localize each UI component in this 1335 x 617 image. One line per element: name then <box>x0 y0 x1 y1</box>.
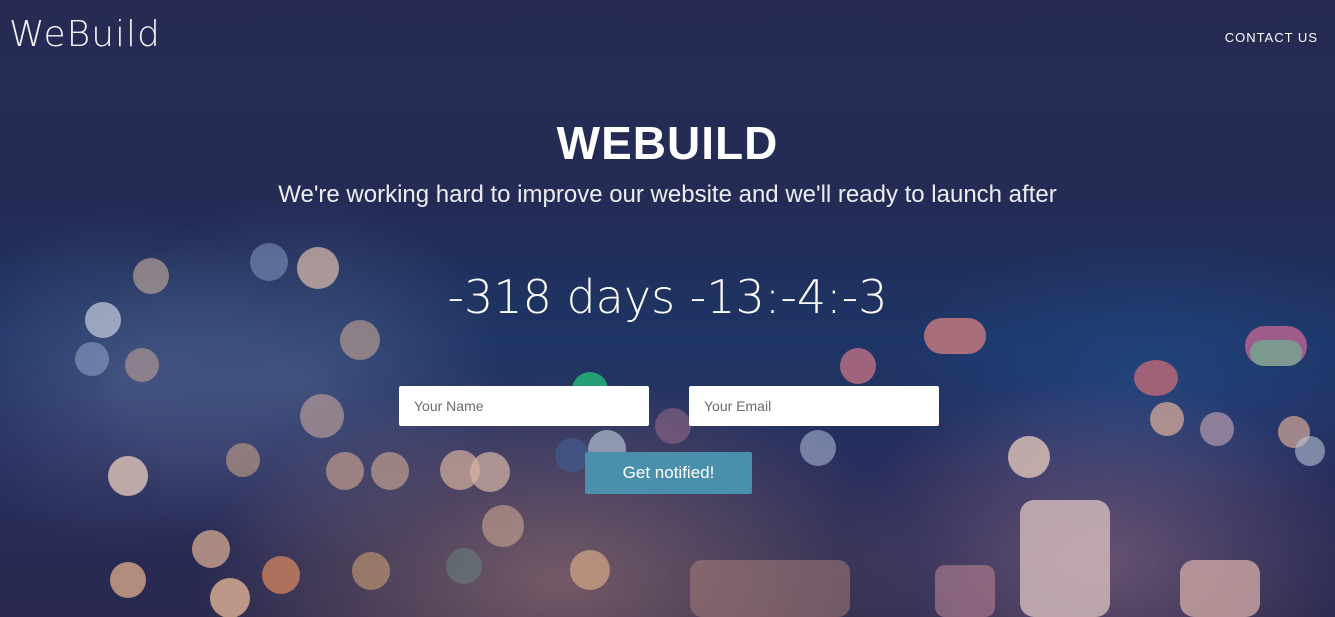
hero-title: WEBUILD <box>556 117 779 169</box>
site-logo[interactable]: WeBuild <box>9 14 161 55</box>
countdown-timer: -318 days -13:-4:-3 <box>447 270 888 324</box>
site-logo-text: WeBuild <box>9 14 161 55</box>
name-input[interactable] <box>399 386 649 426</box>
hero-subtitle: We're working hard to improve our websit… <box>278 181 1057 208</box>
email-input[interactable] <box>689 386 939 426</box>
get-notified-button[interactable]: Get notified! <box>585 452 752 494</box>
nav-contact-us-link[interactable]: CONTACT US <box>1225 30 1318 45</box>
